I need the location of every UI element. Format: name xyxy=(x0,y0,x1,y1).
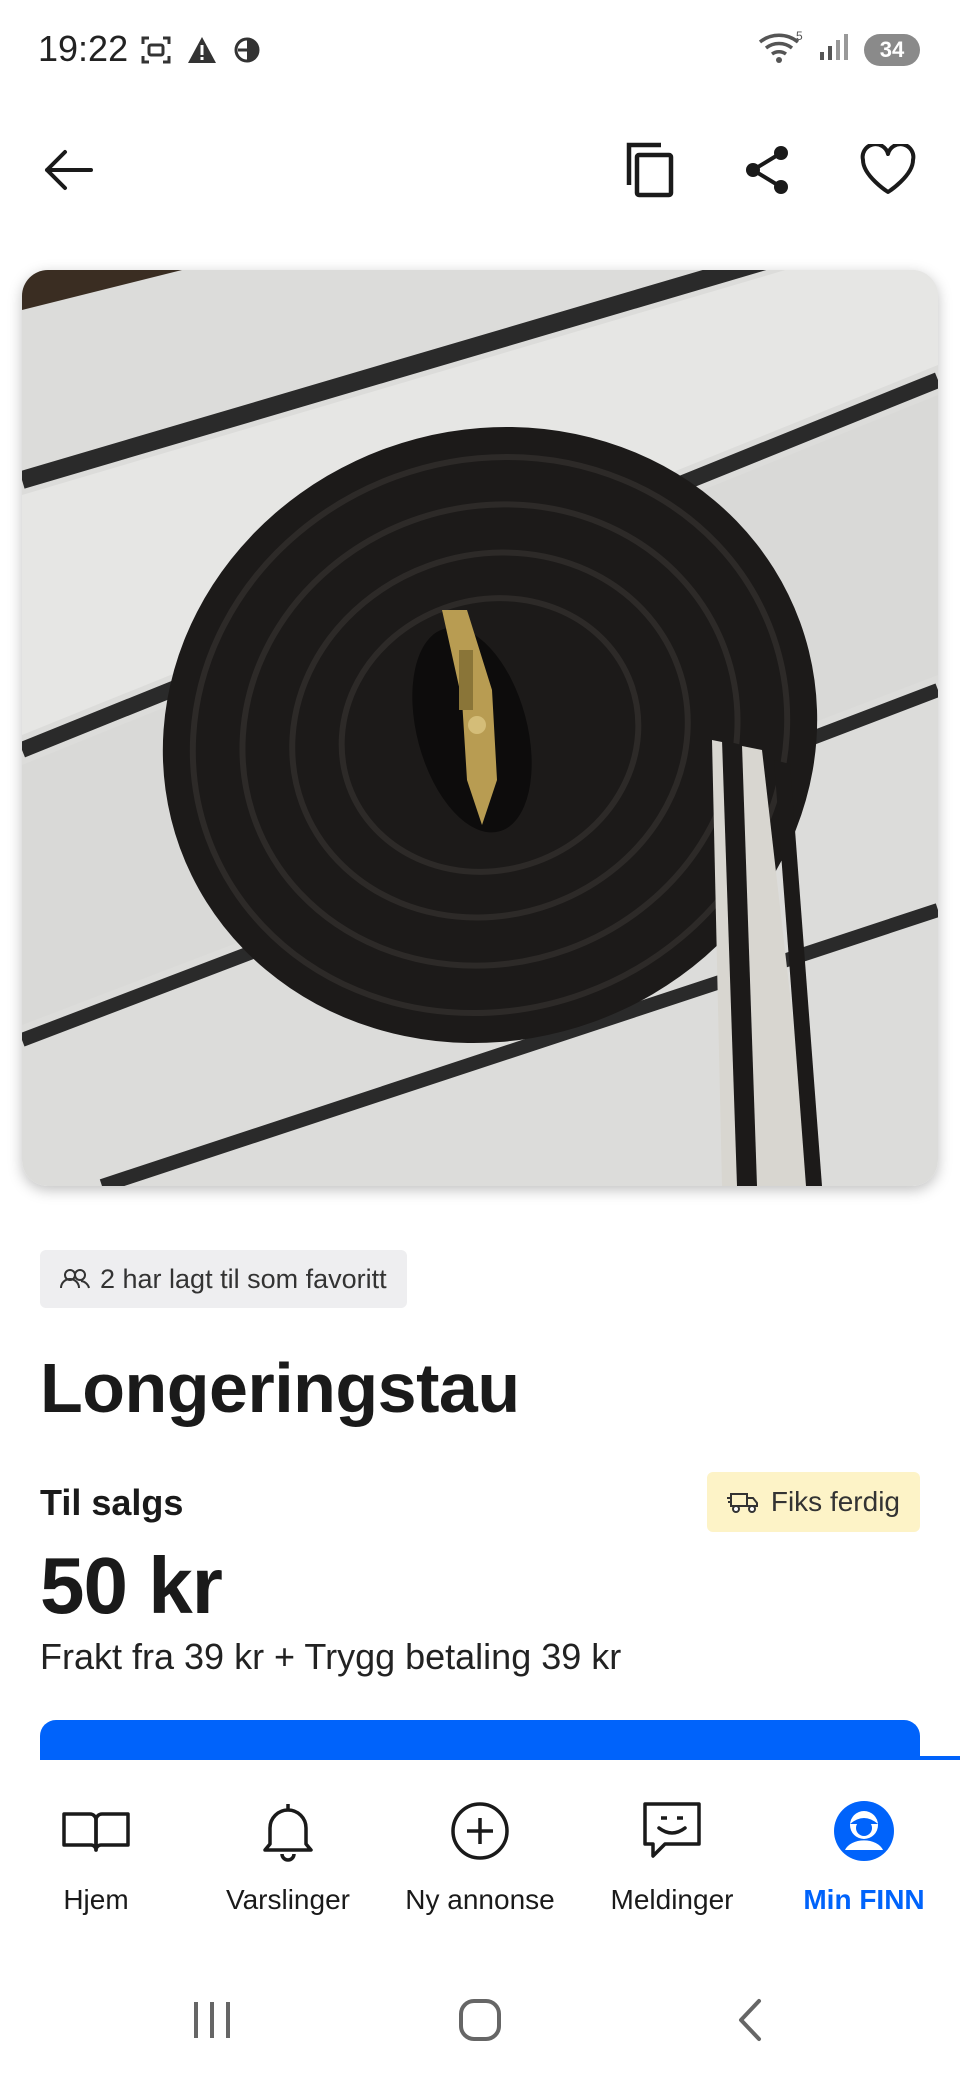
toolbar xyxy=(0,120,960,220)
nav-label-hjem: Hjem xyxy=(63,1884,129,1915)
delivery-truck-icon xyxy=(726,1493,758,1513)
svg-text:5: 5 xyxy=(796,30,803,43)
shipping-info: Frakt fra 39 kr + Trygg betaling 39 kr xyxy=(40,1636,622,1677)
copy-button[interactable] xyxy=(618,138,682,202)
status-bar: 19:22 5 34 xyxy=(0,0,960,100)
system-navigation xyxy=(0,1960,960,2080)
system-back-button[interactable] xyxy=(710,1980,790,2060)
warning-icon xyxy=(186,35,218,70)
arrow-left-icon xyxy=(45,150,93,190)
book-icon xyxy=(61,1796,131,1866)
data-saver-icon xyxy=(232,35,262,70)
nav-item-hjem[interactable]: Hjem xyxy=(0,1760,192,1940)
chevron-left-icon xyxy=(739,1999,761,2041)
nav-label-meldinger: Meldinger xyxy=(610,1884,734,1915)
nav-item-min-finn[interactable]: Min FINN xyxy=(768,1760,960,1940)
status-time: 19:22 xyxy=(38,28,129,69)
wifi-icon: 5 xyxy=(758,29,804,69)
home-icon xyxy=(459,1999,501,2041)
users-icon xyxy=(60,1269,90,1289)
buy-button[interactable] xyxy=(40,1720,920,1760)
nav-label-ny-annonse: Ny annonse xyxy=(405,1884,555,1915)
battery-indicator: 34 xyxy=(864,33,920,66)
profile-icon xyxy=(829,1796,899,1866)
heart-icon xyxy=(860,144,916,194)
chat-icon xyxy=(637,1796,707,1866)
status-icons-left xyxy=(140,34,262,71)
listing-price: 50 kr xyxy=(40,1541,223,1630)
bell-icon xyxy=(253,1796,323,1866)
share-button[interactable] xyxy=(736,138,800,202)
favorite-count-text: 2 har lagt til som favoritt xyxy=(100,1263,387,1294)
back-button[interactable] xyxy=(36,138,100,202)
status-icons-right: 5 34 xyxy=(758,29,920,69)
listing-status: Til salgs xyxy=(40,1482,184,1523)
delivery-badge-label: Fiks ferdig xyxy=(770,1486,900,1517)
nav-label-varslinger: Varslinger xyxy=(226,1884,350,1915)
screenshot-icon xyxy=(140,34,172,71)
nav-item-varslinger[interactable]: Varslinger xyxy=(192,1760,384,1940)
plus-circle-icon xyxy=(445,1796,515,1866)
bottom-navigation: Hjem Varslinger Ny annonse Meldinger Min… xyxy=(0,1760,960,1940)
delivery-badge: Fiks ferdig xyxy=(706,1472,920,1532)
signal-icon xyxy=(818,32,850,67)
nav-item-meldinger[interactable]: Meldinger xyxy=(576,1760,768,1940)
nav-item-ny-annonse[interactable]: Ny annonse xyxy=(384,1760,576,1940)
home-button[interactable] xyxy=(440,1980,520,2060)
recent-apps-button[interactable] xyxy=(172,1980,252,2060)
favorite-button[interactable] xyxy=(856,138,920,202)
recent-apps-icon xyxy=(194,2002,230,2038)
nav-label-min-finn: Min FINN xyxy=(803,1884,925,1915)
listing-title: Longeringstau xyxy=(40,1349,520,1427)
copy-icon xyxy=(626,142,674,198)
share-icon xyxy=(746,146,788,194)
listing-photo[interactable] xyxy=(22,270,938,1186)
favorite-count-badge: 2 har lagt til som favoritt xyxy=(40,1250,407,1308)
